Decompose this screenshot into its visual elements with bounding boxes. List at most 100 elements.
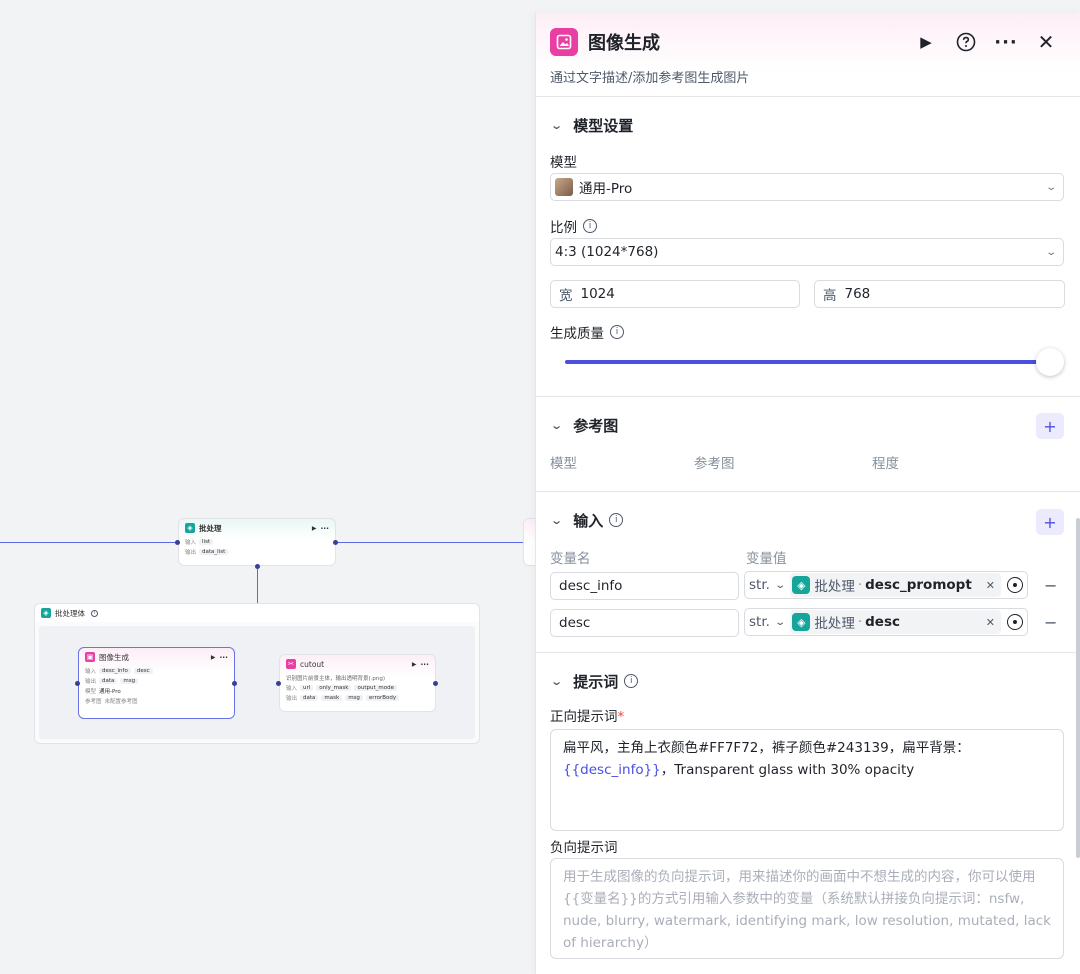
node-chip: data [300,695,319,701]
chevron-down-icon: ⌄ [550,418,564,432]
help-button[interactable] [946,27,986,57]
width-input[interactable]: 宽 1024 [550,280,800,308]
chevron-down-icon: ⌄ [1044,181,1057,193]
panel-title: 图像生成 [588,33,660,54]
var-ref-chip[interactable]: ◈ 批处理 · desc_promopt ✕ [790,573,1001,597]
add-reference-button[interactable]: + [1036,413,1064,439]
ref-col-strength: 程度 [872,456,899,472]
node-model-value: 通用-Pro [99,689,121,695]
var-name-input[interactable]: desc [550,609,739,637]
batch-body-title: 批处理体 [55,608,85,618]
model-settings-header[interactable]: ⌄ 模型设置 [536,97,1080,153]
image-gen-node[interactable]: ▣ 图像生成 ▶ ··· 输入 desc_info desc 输出 data msg 模… [78,647,235,719]
add-input-button[interactable]: + [1036,509,1064,535]
chevron-down-icon: ⌄ [550,513,564,527]
info-icon[interactable]: i [609,513,624,527]
quality-slider[interactable] [565,348,1064,376]
negative-placeholder: 用于生成图像的负向提示词，用来描述你的画面中不想生成的内容，你可以使用{{变量名… [563,869,1051,951]
node-chip: only_mask [316,685,352,691]
node-chip: list [199,539,214,545]
chevron-down-icon[interactable]: ⌄ [774,580,786,591]
quality-slider-thumb[interactable] [1036,348,1064,376]
cutout-port-right[interactable] [433,681,438,686]
input-section: ⌄ 输入 i + 变量名 变量值 desc_info str. ⌄ ◈ 批处理 … [536,492,1080,653]
ratio-label-text: 比例 [550,220,577,236]
image-port-left[interactable] [75,681,80,686]
info-icon[interactable]: i [624,674,639,688]
cutout-port-left[interactable] [276,681,281,686]
more-icon[interactable]: ··· [219,653,228,662]
more-icon[interactable]: ··· [420,660,429,669]
cutout-desc: 识别图片前景主体，输出透明背景(.png) [286,676,386,682]
image-gen-icon [550,28,578,56]
positive-prompt-label: 正向提示词* [536,705,624,725]
required-mark: * [617,709,625,725]
height-prefix: 高 [823,288,837,304]
prompt-header[interactable]: ⌄ 提示词 i [536,653,1080,709]
more-icon[interactable]: ··· [320,524,329,533]
node-output-label: 输出 [85,679,97,685]
cutout-node[interactable]: ✂ cutout ▶ ··· 识别图片前景主体，输出透明背景(.png) 输入 u… [279,654,436,712]
prompt-section: ⌄ 提示词 i 正向提示词* 扁平风，主角上衣颜色#FF7F72，裤子颜色#24… [536,653,1080,974]
batch-port-left[interactable] [175,540,180,545]
chevron-down-icon: ⌄ [1044,246,1057,258]
height-input[interactable]: 高 768 [814,280,1065,308]
edge-batch-to-next [337,542,523,543]
var-name-value: desc_info [559,578,623,594]
node-chip: msg [345,695,363,701]
clear-icon[interactable]: ✕ [986,616,995,629]
reference-section: ⌄ 参考图 + 模型 参考图 程度 [536,397,1080,492]
info-icon[interactable]: i [91,609,98,617]
positive-text-b: ，Transparent glass with 30% opacity [660,762,915,778]
node-chip: url [300,685,314,691]
batch-port-bottom[interactable] [255,564,260,569]
node-output-label: 输出 [185,550,197,556]
info-icon[interactable]: i [610,325,624,339]
batch-node-title: 批处理 [199,523,222,533]
type-select[interactable]: str. [749,577,770,593]
chevron-down-icon[interactable]: ⌄ [774,617,786,628]
node-chip: msg [120,678,139,684]
edge-batch-to-body [257,567,258,604]
node-ref-label: 参考图 [85,699,102,705]
batch-port-right[interactable] [333,540,338,545]
var-name-input[interactable]: desc_info [550,572,739,600]
reference-header[interactable]: ⌄ 参考图 [536,397,1080,453]
play-icon[interactable]: ▶ [412,661,417,668]
panel-scrollbar[interactable] [1076,518,1080,858]
run-button[interactable]: ▶ [906,27,946,57]
var-value-field[interactable]: str. ⌄ ◈ 批处理 · desc_promopt ✕ [744,571,1028,599]
more-button[interactable]: ··· [986,27,1026,57]
var-name-value: desc [559,615,591,631]
close-button[interactable]: ✕ [1026,27,1066,57]
model-select[interactable]: 通用-Pro ⌄ [550,173,1064,201]
col-var-name: 变量名 [550,551,591,567]
height-value: 768 [844,286,871,302]
image-port-right[interactable] [232,681,237,686]
target-icon[interactable] [1007,577,1023,593]
play-icon[interactable]: ▶ [312,525,317,532]
info-icon[interactable]: i [583,219,597,233]
ratio-select[interactable]: 4:3 (1024*768) ⌄ [550,238,1064,266]
node-chip: data [99,678,118,684]
edge-in-to-batch [0,542,176,543]
batch-node[interactable]: ◈ 批处理 ▶ ··· 输入 list 输出 data_list [178,518,336,566]
quality-label: 生成质量 i [536,322,624,342]
positive-prompt-textarea[interactable]: 扁平风，主角上衣颜色#FF7F72，裤子颜色#243139，扁平背景： {{des… [550,729,1064,831]
ref-separator: · [857,577,863,593]
target-icon[interactable] [1007,614,1023,630]
section-title: 参考图 [573,416,619,435]
clear-icon[interactable]: ✕ [986,579,995,592]
width-prefix: 宽 [559,288,573,304]
negative-prompt-textarea[interactable]: 用于生成图像的负向提示词，用来描述你的画面中不想生成的内容，你可以使用{{变量名… [550,858,1064,959]
positive-text-a: 扁平风，主角上衣颜色#FF7F72，裤子颜色#243139，扁平背景： [563,740,970,756]
type-select[interactable]: str. [749,614,770,630]
input-header[interactable]: ⌄ 输入 i [536,492,1080,548]
remove-row-icon[interactable]: − [1044,576,1057,595]
var-value-field[interactable]: str. ⌄ ◈ 批处理 · desc ✕ [744,608,1028,636]
panel-header: 图像生成 ▶ ··· ✕ 通过文字描述/添加参考图生成图片 [536,13,1080,97]
section-title: 模型设置 [573,116,634,135]
play-icon[interactable]: ▶ [211,654,216,661]
remove-row-icon[interactable]: − [1044,613,1057,632]
var-ref-chip[interactable]: ◈ 批处理 · desc ✕ [790,610,1001,634]
